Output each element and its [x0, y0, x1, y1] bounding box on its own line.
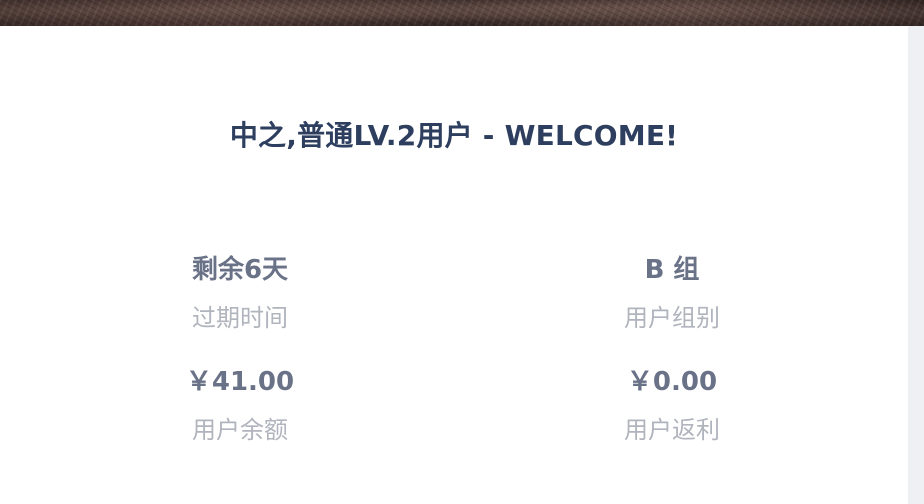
user-dashboard-page: 中之,普通LV.2用户 - WELCOME! 剩余6天 过期时间 B 组 用户组…: [0, 0, 924, 504]
user-rebate-value: ￥0.00: [626, 367, 718, 397]
page-right-gutter: [908, 26, 924, 504]
stat-user-rebate: ￥0.00 用户返利: [552, 366, 792, 446]
user-group-value: B 组: [644, 255, 700, 285]
stat-user-balance: ￥41.00 用户余额: [120, 366, 360, 446]
user-info-card: 中之,普通LV.2用户 - WELCOME! 剩余6天 过期时间 B 组 用户组…: [0, 26, 908, 504]
user-group-label: 用户组别: [624, 304, 720, 332]
user-rebate-label: 用户返利: [624, 416, 720, 444]
user-balance-value: ￥41.00: [185, 367, 295, 397]
user-balance-label: 用户余额: [192, 416, 288, 444]
expire-time-value: 剩余6天: [191, 255, 289, 285]
stat-expire-time: 剩余6天 过期时间: [120, 254, 360, 334]
header-banner-image: [0, 0, 924, 26]
expire-time-label: 过期时间: [192, 304, 288, 332]
welcome-title: 中之,普通LV.2用户 - WELCOME!: [229, 119, 679, 152]
stat-user-group: B 组 用户组别: [552, 254, 792, 334]
